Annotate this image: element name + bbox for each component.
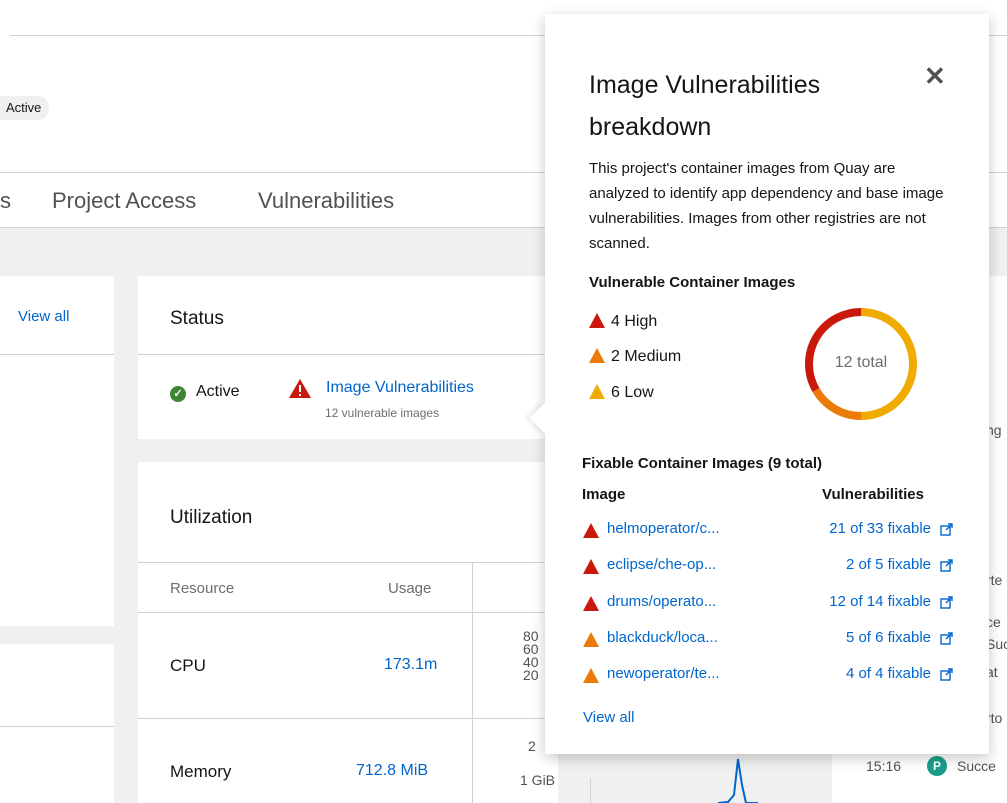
warning-triangle-icon — [583, 632, 599, 647]
divider — [138, 612, 558, 613]
column-divider — [472, 562, 473, 803]
tab-project-access[interactable]: Project Access — [52, 188, 196, 214]
memory-axis-tick: 2 — [528, 738, 536, 754]
warning-triangle-icon — [289, 379, 311, 398]
resource-column-header: Resource — [170, 580, 235, 597]
utilization-card-title: Utilization — [170, 507, 253, 528]
fixable-image-row: drums/operato... 12 of 14 fixable — [583, 592, 953, 616]
image-name-link[interactable]: drums/operato... — [607, 593, 716, 610]
fixable-image-row: blackduck/loca... 5 of 6 fixable — [583, 628, 953, 652]
partial-text: Succ — [986, 636, 1007, 652]
memory-usage-link[interactable]: 712.8 MiB — [356, 762, 428, 780]
fixable-image-row: eclipse/che-op... 2 of 5 fixable — [583, 555, 953, 579]
fixable-image-row: newoperator/te... 4 of 4 fixable — [583, 664, 953, 688]
active-status-label: Active — [196, 383, 240, 400]
warning-triangle-icon — [583, 559, 599, 574]
warning-triangle-icon — [583, 596, 599, 611]
image-column-header: Image — [582, 486, 626, 503]
fixable-count-link[interactable]: 12 of 14 fixable — [829, 593, 931, 610]
view-all-link[interactable]: View all — [583, 709, 634, 726]
image-vulnerabilities-link[interactable]: Image Vulnerabilities — [326, 379, 474, 397]
tab-partial[interactable]: s — [0, 188, 11, 214]
divider — [138, 354, 558, 355]
fixable-images-heading: Fixable Container Images (9 total) — [582, 455, 823, 472]
memory-label: Memory — [170, 762, 232, 781]
utilization-card: Utilization Resource Usage CPU 173.1m 80… — [138, 462, 591, 803]
memory-sparkline — [718, 758, 758, 803]
warning-triangle-icon — [583, 523, 599, 538]
cpu-label: CPU — [170, 656, 206, 675]
warning-triangle-icon — [589, 384, 605, 399]
donut-total-label: 12 total — [834, 354, 888, 371]
cpu-axis-tick: 20 — [523, 667, 539, 683]
status-card-title: Status — [170, 308, 224, 329]
event-timestamp: 15:16 — [866, 758, 902, 774]
image-name-link[interactable]: helmoperator/c... — [607, 520, 720, 537]
donut-segment — [812, 387, 862, 420]
severity-low: 6 Low — [589, 382, 654, 402]
popover-description: This project's container images from Qua… — [589, 160, 944, 252]
cpu-usage-link[interactable]: 173.1m — [384, 656, 437, 674]
status-badge: Active — [0, 96, 50, 120]
image-name-link[interactable]: newoperator/te... — [607, 665, 720, 682]
severity-high: 4 High — [589, 311, 657, 331]
fixable-image-row: helmoperator/c... 21 of 33 fixable — [583, 519, 953, 543]
severity-medium: 2 Medium — [589, 346, 681, 366]
external-link-icon[interactable] — [940, 559, 953, 572]
external-link-icon[interactable] — [940, 523, 953, 536]
image-name-link[interactable]: eclipse/che-op... — [607, 556, 716, 573]
external-link-icon[interactable] — [940, 668, 953, 681]
pod-badge: P — [927, 756, 947, 776]
check-circle-icon: ✓ — [170, 386, 186, 402]
donut-segment — [805, 308, 862, 392]
chart-axis-line — [590, 778, 591, 803]
vulnerabilities-column-header: Vulnerabilities — [822, 486, 924, 503]
vulnerable-images-heading: Vulnerable Container Images — [589, 274, 796, 291]
tab-vulnerabilities[interactable]: Vulnerabilities — [258, 188, 394, 214]
close-icon[interactable]: ✕ — [924, 61, 946, 92]
popover-title: Image Vulnerabilities breakdown — [589, 71, 821, 141]
status-card: Status ✓ Active Image Vulnerabilities 12… — [138, 276, 558, 439]
usage-column-header: Usage — [388, 580, 432, 597]
view-all-link[interactable]: View all — [18, 308, 69, 325]
warning-triangle-icon — [583, 668, 599, 683]
divider — [0, 354, 114, 355]
event-text: Succe — [957, 758, 996, 774]
left-card-lower — [0, 644, 114, 803]
fixable-count-link[interactable]: 2 of 5 fixable — [846, 556, 931, 573]
image-name-link[interactable]: blackduck/loca... — [607, 629, 718, 646]
divider — [138, 562, 558, 563]
left-card: View all — [0, 276, 114, 626]
fixable-count-link[interactable]: 4 of 4 fixable — [846, 665, 931, 682]
fixable-count-link[interactable]: 21 of 33 fixable — [829, 520, 931, 537]
external-link-icon[interactable] — [940, 596, 953, 609]
vulnerable-images-count: 12 vulnerable images — [325, 406, 440, 420]
divider — [0, 726, 114, 727]
warning-triangle-icon — [589, 348, 605, 363]
memory-axis-tick: 1 GiB — [520, 772, 556, 788]
divider — [138, 718, 558, 719]
fixable-count-link[interactable]: 5 of 6 fixable — [846, 629, 931, 646]
warning-triangle-icon — [589, 313, 605, 328]
vulnerabilities-popover: Image Vulnerabilities breakdown ✕ This p… — [529, 14, 989, 754]
external-link-icon[interactable] — [940, 632, 953, 645]
